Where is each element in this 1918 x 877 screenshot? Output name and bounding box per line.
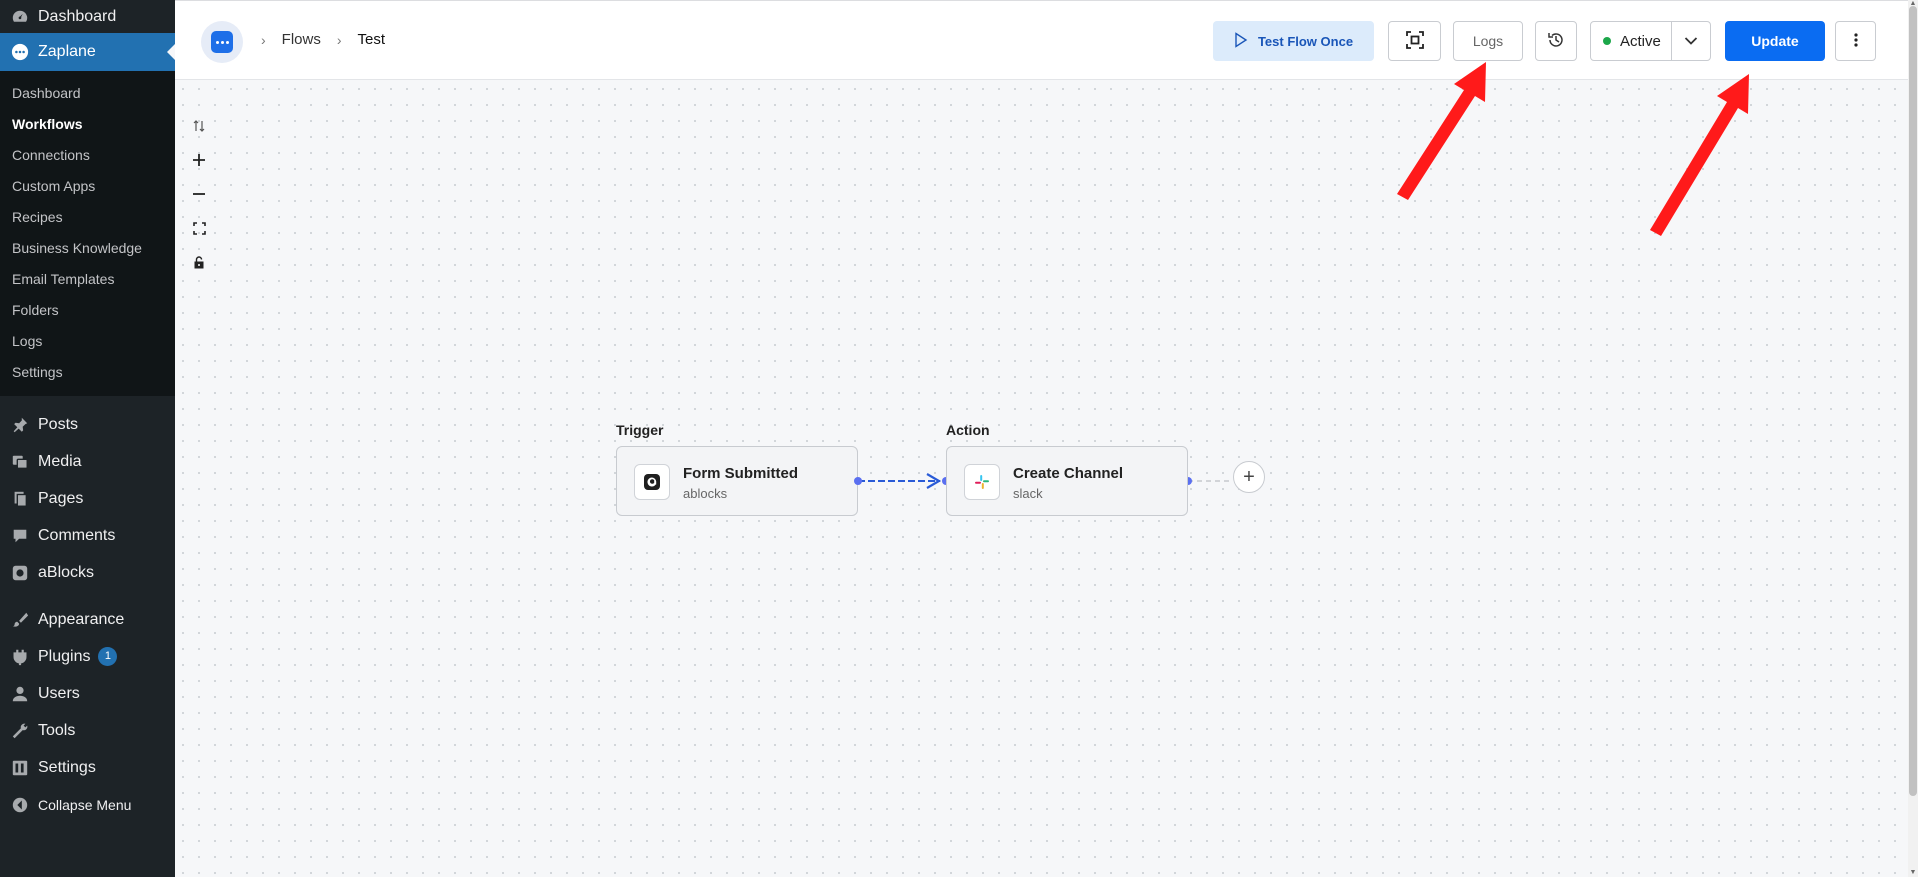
menu-plugins[interactable]: Plugins 1 [0,638,175,675]
flow-canvas[interactable]: Trigger Action Form Submitted ablocks Cr… [175,81,1908,877]
breadcrumb: › Flows › Test [261,31,385,48]
media-icon [10,452,30,472]
zaplane-submenu: Dashboard Workflows Connections Custom A… [0,71,175,396]
logs-button[interactable]: Logs [1453,21,1523,61]
submenu-email-templates[interactable]: Email Templates [0,264,175,295]
brush-icon [10,610,30,630]
menu-posts-label: Posts [38,415,79,433]
canvas-controls [189,116,209,286]
trigger-node-app: ablocks [683,486,728,501]
wrench-icon [10,721,30,741]
menu-appearance[interactable]: Appearance [0,601,175,638]
submenu-connections[interactable]: Connections [0,140,175,171]
menu-zaplane-label: Zaplane [38,43,96,60]
status-active-dot [1603,37,1611,45]
play-icon [1234,31,1248,51]
scroll-thumb[interactable] [1909,6,1917,796]
menu-dashboard[interactable]: Dashboard [0,0,175,33]
breadcrumb-separator-icon: › [261,31,266,48]
submenu-settings[interactable]: Settings [0,357,175,388]
more-options-button[interactable] [1835,21,1876,61]
zaplane-icon [10,42,30,62]
submenu-custom-apps[interactable]: Custom Apps [0,171,175,202]
wp-admin-sidebar: Dashboard Zaplane Dashboard Workflows Co… [0,0,175,877]
update-label: Update [1751,33,1799,49]
pages-icon [10,489,30,509]
focus-icon [1405,30,1424,52]
zoom-in-icon[interactable] [189,150,209,170]
menu-users[interactable]: Users [0,675,175,712]
menu-ablocks-label: aBlocks [38,563,95,581]
menu-settings[interactable]: Settings [0,749,175,786]
menu-pages-label: Pages [38,489,84,507]
submenu-recipes[interactable]: Recipes [0,202,175,233]
scroll-down-arrow[interactable]: ▼ [1908,869,1918,877]
lock-icon[interactable] [189,252,209,272]
breadcrumb-current: Test [357,31,386,48]
comment-icon [10,526,30,546]
slack-icon [964,464,1000,500]
dashboard-icon [10,7,30,27]
collapse-icon [10,795,30,815]
action-node-app: slack [1013,486,1043,501]
user-icon [10,684,30,704]
test-flow-label: Test Flow Once [1257,33,1354,49]
menu-comments-label: Comments [38,526,116,544]
update-button[interactable]: Update [1725,21,1825,61]
plug-icon [10,647,30,667]
zoom-out-icon[interactable] [189,184,209,204]
status-dropdown[interactable]: Active [1590,21,1711,61]
action-label: Action [946,422,990,438]
add-step-button[interactable]: + [1233,461,1265,493]
submenu-dashboard[interactable]: Dashboard [0,78,175,109]
chevron-down-icon[interactable] [1671,22,1711,60]
submenu-folders[interactable]: Folders [0,295,175,326]
pin-icon [10,415,30,435]
menu-dashboard-label: Dashboard [38,7,117,25]
menu-settings-label: Settings [38,758,96,776]
ablocks-app-icon [634,464,670,500]
menu-plugins-label: Plugins [38,647,91,665]
breadcrumb-flows[interactable]: Flows [282,31,321,48]
trigger-node-title: Form Submitted [683,465,798,482]
menu-media[interactable]: Media [0,443,175,480]
action-node[interactable]: Create Channel slack [946,446,1188,516]
zaplane-logo-icon [211,31,233,53]
test-flow-button[interactable]: Test Flow Once [1213,21,1374,61]
menu-media-label: Media [38,452,82,470]
flow-builder: › Flows › Test Test Flow Once Logs Activ… [175,0,1918,877]
flow-toolbar: › Flows › Test Test Flow Once Logs Activ… [175,0,1908,80]
fit-view-icon[interactable] [189,218,209,238]
page-scrollbar[interactable]: ▲ ▼ [1908,0,1918,877]
menu-ablocks[interactable]: aBlocks [0,554,175,591]
menu-posts[interactable]: Posts [0,406,175,443]
settings-icon [10,758,30,778]
status-label: Active [1620,32,1661,50]
submenu-logs[interactable]: Logs [0,326,175,357]
menu-collapse-label: Collapse Menu [38,796,132,813]
ablocks-icon [10,563,30,583]
trigger-label: Trigger [616,422,664,438]
menu-collapse[interactable]: Collapse Menu [0,786,175,823]
logs-label: Logs [1472,33,1504,49]
action-node-title: Create Channel [1013,465,1124,482]
menu-tools[interactable]: Tools [0,712,175,749]
menu-zaplane[interactable]: Zaplane [0,33,175,71]
submenu-workflows[interactable]: Workflows [0,109,175,140]
app-logo[interactable] [201,21,243,63]
menu-pages[interactable]: Pages [0,480,175,517]
plugins-update-badge: 1 [98,647,118,666]
menu-comments[interactable]: Comments [0,517,175,554]
history-button[interactable] [1535,21,1577,61]
swap-icon[interactable] [189,116,209,136]
submenu-business-knowledge[interactable]: Business Knowledge [0,233,175,264]
breadcrumb-separator-icon: › [336,31,342,48]
history-icon [1547,31,1565,52]
menu-appearance-label: Appearance [38,610,125,628]
trigger-node[interactable]: Form Submitted ablocks [616,446,858,516]
menu-users-label: Users [38,684,80,702]
focus-view-button[interactable] [1388,21,1441,61]
more-vertical-icon [1853,32,1858,51]
menu-tools-label: Tools [38,721,76,739]
